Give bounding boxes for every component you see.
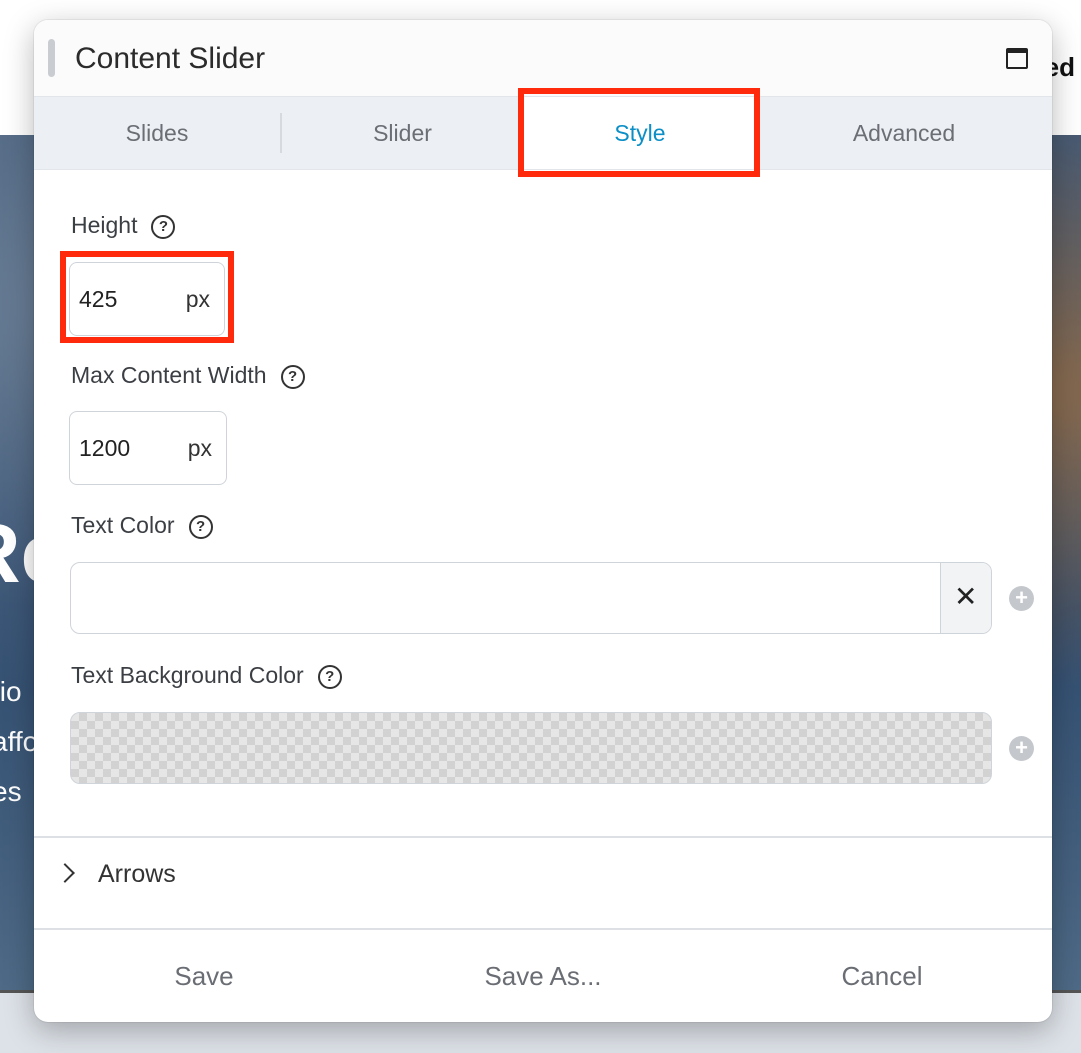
text-background-color-field[interactable] bbox=[70, 712, 992, 784]
tab-slides[interactable]: Slides bbox=[34, 97, 280, 169]
help-icon[interactable]: ? bbox=[188, 515, 213, 539]
arrows-section-label: Arrows bbox=[98, 860, 176, 888]
height-label: Height? bbox=[71, 212, 176, 239]
add-color-icon[interactable]: + bbox=[1009, 736, 1034, 761]
help-icon[interactable]: ? bbox=[280, 365, 305, 389]
help-icon[interactable]: ? bbox=[151, 215, 176, 239]
cancel-button[interactable]: Cancel bbox=[712, 930, 1052, 1022]
chevron-right-icon bbox=[55, 863, 75, 883]
height-unit: px bbox=[185, 286, 210, 312]
hero-text: tio affo es bbox=[0, 667, 38, 817]
max-content-width-label: Max Content Width? bbox=[71, 362, 305, 389]
hero-line: es bbox=[0, 776, 22, 807]
max-content-width-label-text: Max Content Width bbox=[71, 362, 267, 388]
height-input[interactable]: 425 px bbox=[69, 262, 225, 336]
dialog-title: Content Slider bbox=[75, 42, 266, 75]
tab-advanced[interactable]: Advanced bbox=[756, 97, 1052, 169]
tab-slider[interactable]: Slider bbox=[281, 97, 524, 169]
text-color-field[interactable]: ✕ bbox=[70, 562, 992, 634]
settings-tabs: Slides Slider Style Advanced bbox=[34, 96, 1052, 170]
height-value[interactable]: 425 bbox=[79, 286, 117, 313]
clear-color-button[interactable]: ✕ bbox=[940, 563, 991, 633]
dialog-footer: Save Save As... Cancel bbox=[34, 930, 1052, 1022]
window-maximize-icon[interactable] bbox=[1006, 48, 1028, 69]
content-slider-settings-dialog: Content Slider Slides Slider Style Advan… bbox=[34, 20, 1052, 1022]
dialog-header[interactable]: Content Slider bbox=[34, 20, 1052, 96]
hero-line: affo bbox=[0, 726, 39, 757]
max-content-width-input[interactable]: 1200 px bbox=[69, 411, 227, 485]
save-button[interactable]: Save bbox=[34, 930, 374, 1022]
add-color-icon[interactable]: + bbox=[1009, 586, 1034, 611]
max-content-width-unit: px bbox=[187, 435, 212, 461]
hero-line: tio bbox=[0, 676, 22, 707]
text-color-label-text: Text Color bbox=[71, 512, 175, 538]
text-background-color-label-text: Text Background Color bbox=[71, 662, 304, 688]
drag-handle-icon[interactable] bbox=[48, 39, 55, 77]
max-content-width-value[interactable]: 1200 bbox=[79, 435, 130, 462]
save-as-button[interactable]: Save As... bbox=[374, 930, 712, 1022]
close-icon: ✕ bbox=[954, 581, 978, 612]
text-background-color-label: Text Background Color? bbox=[71, 662, 342, 689]
text-color-label: Text Color? bbox=[71, 512, 213, 539]
tab-style[interactable]: Style bbox=[524, 97, 756, 169]
height-label-text: Height bbox=[71, 212, 138, 238]
arrows-section-toggle[interactable]: Arrows bbox=[34, 838, 1052, 928]
help-icon[interactable]: ? bbox=[317, 665, 342, 689]
